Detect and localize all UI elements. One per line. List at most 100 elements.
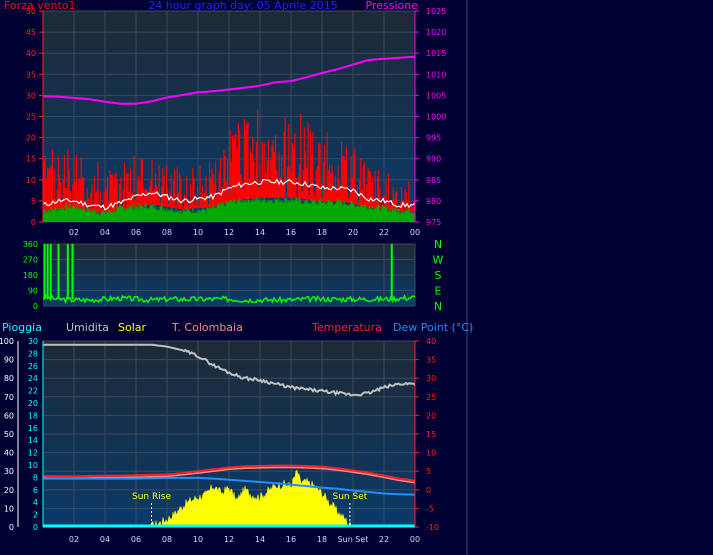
tick-label: 16 — [286, 228, 296, 237]
tick-label: 40 — [26, 49, 36, 58]
compass-label: S — [435, 269, 442, 282]
tick-label: 18 — [28, 411, 38, 420]
tick-label: 35 — [426, 356, 436, 365]
tick-label: 0 — [33, 523, 38, 532]
chart-title: 24 hour graph day: 05 Aprile 2015 — [148, 0, 337, 12]
tick-label: 06 — [131, 228, 141, 237]
tick-label: 02 — [69, 228, 79, 237]
sun-rise-label: Sun Rise — [132, 492, 171, 502]
tick-label: 1020 — [426, 28, 446, 37]
tick-label: 25 — [26, 113, 36, 122]
compass-label: N — [434, 238, 442, 251]
tick-label: Sun Set — [338, 535, 369, 544]
legend-umidita: Umidita — [66, 321, 109, 334]
tick-label: 0 — [426, 486, 431, 495]
tick-label: 20 — [348, 228, 358, 237]
tick-label: 1025 — [426, 7, 446, 16]
tick-label: 16 — [286, 535, 296, 544]
tick-label: 90 — [4, 356, 14, 365]
tick-label: 180 — [23, 271, 38, 280]
tick-label: 10 — [426, 449, 436, 458]
tick-label: -10 — [426, 523, 439, 532]
tick-label: 975 — [426, 218, 441, 227]
pressure-axis-title: Pressione — [366, 0, 419, 12]
tick-label: 1005 — [426, 91, 446, 100]
tick-label: 40 — [426, 337, 436, 346]
tick-label: 18 — [317, 228, 327, 237]
legend-temperatura: Temperatura — [311, 321, 382, 334]
tick-label: 00 — [410, 535, 420, 544]
tick-label: 5 — [426, 467, 431, 476]
tick-label: 14 — [255, 535, 265, 544]
tick-label: 28 — [28, 349, 38, 358]
compass-label: N — [434, 300, 442, 313]
tick-label: 4 — [33, 498, 38, 507]
weather-station-graphs: 0510152025303540455097598098599099510001… — [0, 0, 713, 555]
bottom-legend: Pioggia Umidita Solar T. Colombaia Tempe… — [2, 321, 473, 334]
tick-label: 12 — [224, 228, 234, 237]
tick-label: 26 — [28, 362, 38, 371]
tick-label: 04 — [100, 228, 110, 237]
tick-label: 990 — [426, 155, 441, 164]
tick-label: 30 — [4, 467, 14, 476]
tick-label: 30 — [426, 374, 436, 383]
legend-solar: Solar — [118, 321, 147, 334]
sun-set-label: Sun Set — [333, 492, 368, 502]
tick-label: 70 — [4, 393, 14, 402]
tick-label: 22 — [379, 228, 389, 237]
tick-label: 80 — [4, 374, 14, 383]
tick-label: 15 — [426, 430, 436, 439]
tick-label: 5 — [31, 197, 36, 206]
tick-label: 6 — [33, 486, 38, 495]
tick-label: 90 — [28, 287, 38, 296]
tick-label: 24 — [28, 374, 38, 383]
legend-dew-point: Dew Point (°C) — [393, 321, 473, 334]
tick-label: 04 — [100, 535, 110, 544]
tick-label: 22 — [379, 535, 389, 544]
legend-pioggia: Pioggia — [2, 321, 42, 334]
tick-label: 1010 — [426, 70, 446, 79]
tick-label: 10 — [4, 504, 14, 513]
tick-label: 20 — [26, 134, 36, 143]
tick-label: 20 — [4, 486, 14, 495]
tick-label: 8 — [33, 473, 38, 482]
tick-label: 100 — [0, 337, 14, 346]
tick-label: 06 — [131, 535, 141, 544]
tick-label: -5 — [426, 504, 434, 513]
tick-label: 15 — [26, 155, 36, 164]
tick-label: 270 — [23, 256, 38, 265]
tick-label: 12 — [224, 535, 234, 544]
tick-label: 995 — [426, 134, 441, 143]
tick-label: 60 — [4, 411, 14, 420]
tick-label: 30 — [28, 337, 38, 346]
tick-label: 0 — [9, 523, 14, 532]
tick-label: 22 — [28, 387, 38, 396]
tick-label: 02 — [69, 535, 79, 544]
tick-label: 985 — [426, 176, 441, 185]
tick-label: 10 — [193, 228, 203, 237]
tick-label: 10 — [26, 176, 36, 185]
tick-label: 2 — [33, 511, 38, 520]
tick-label: 14 — [28, 436, 38, 445]
tick-label: 1000 — [426, 113, 446, 122]
tick-label: 10 — [193, 535, 203, 544]
tick-label: 25 — [426, 393, 436, 402]
tick-label: 20 — [28, 399, 38, 408]
tick-label: 360 — [23, 240, 38, 249]
compass-label: E — [435, 285, 442, 298]
tick-label: 0 — [33, 302, 38, 311]
tick-label: 1015 — [426, 49, 446, 58]
tick-label: 00 — [410, 228, 420, 237]
tick-label: 0 — [31, 218, 36, 227]
tick-label: 14 — [255, 228, 265, 237]
tick-label: 16 — [28, 424, 38, 433]
tick-label: 35 — [26, 70, 36, 79]
tick-label: 18 — [317, 535, 327, 544]
tick-label: 50 — [4, 430, 14, 439]
tick-label: 08 — [162, 228, 172, 237]
tick-label: 20 — [426, 411, 436, 420]
legend-t-colombaia: T. Colombaia — [171, 321, 243, 334]
tick-label: 40 — [4, 449, 14, 458]
tick-label: 980 — [426, 197, 441, 206]
tick-label: 45 — [26, 28, 36, 37]
